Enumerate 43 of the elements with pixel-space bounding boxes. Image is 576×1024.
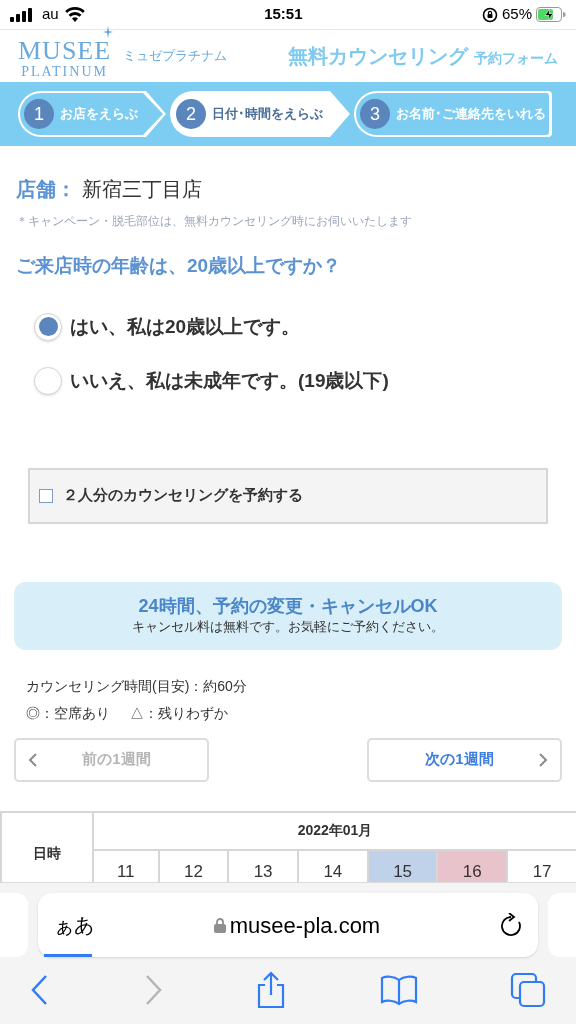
battery-icon [536, 7, 566, 22]
battery-percent: 65% [501, 4, 532, 25]
carrier-text: au [42, 4, 59, 25]
store-label: 店舗： [16, 177, 76, 202]
chevron-right-icon [538, 751, 548, 768]
rotation-lock-icon [481, 6, 498, 23]
next-week-button[interactable]: 次の1週間 [367, 737, 562, 782]
share-icon[interactable] [255, 971, 287, 1009]
store-name: 新宿三丁目店 [82, 177, 202, 202]
sparkle-icon [103, 25, 113, 38]
url-text: musee-pla.com [229, 911, 381, 940]
bookmarks-icon[interactable] [379, 974, 418, 1006]
legend-text: ◎：空席あり [26, 703, 110, 723]
chevron-left-icon [28, 751, 38, 768]
reload-icon[interactable] [500, 913, 522, 937]
radio-button[interactable] [34, 367, 62, 396]
back-icon[interactable] [30, 974, 50, 1006]
month-header: 2022年01月 [93, 811, 576, 850]
lock-icon [213, 917, 226, 933]
age-question: ご来店時の年齢は、20歳以上ですか？ [16, 254, 343, 278]
step-tab[interactable]: 2 日付･時間をえらぶ [170, 91, 350, 137]
step-tab[interactable]: 1 お店をえらぶ [18, 91, 166, 137]
wifi-icon [64, 7, 85, 22]
age-radio-option[interactable]: いいえ、私は未成年です。(19歳以下) [34, 367, 560, 396]
text-size-button[interactable]: ぁあ [54, 910, 94, 940]
duration-text: カウンセリング時間(目安)：約60分 [26, 676, 248, 696]
page-title: 無料カウンセリング [288, 44, 468, 69]
legend-text: △：残りわずか [130, 703, 228, 723]
clock-time: 15:51 [264, 4, 303, 25]
checkbox[interactable] [39, 488, 53, 503]
notice-title: 24時間、予約の変更・キャンセルOK [138, 594, 438, 617]
note-text: ＊キャンペーン・脱毛部位は、無料カウンセリング時にお伺いいたします [16, 213, 413, 230]
age-radio-option[interactable]: はい、私は20歳以上です。 [34, 312, 560, 341]
step-tab[interactable]: 3 お名前･ご連絡先をいれる [354, 91, 552, 137]
address-bar[interactable]: ぁあ musee-pla.com [38, 893, 538, 957]
pair-counseling-option[interactable]: ２人分のカウンセリングを予約する [28, 467, 548, 524]
page-subtitle: 予約フォーム [474, 48, 558, 68]
tabs-icon[interactable] [510, 972, 546, 1008]
logo-subtext: PLATINUM [21, 64, 108, 79]
logo-text: MUSEE [18, 37, 112, 64]
notice-text: キャンセル料は無料です。お気軽にご予約ください。 [132, 618, 444, 636]
logo-kana: ミュゼプラチナム [123, 47, 228, 66]
radio-button[interactable] [34, 312, 62, 341]
